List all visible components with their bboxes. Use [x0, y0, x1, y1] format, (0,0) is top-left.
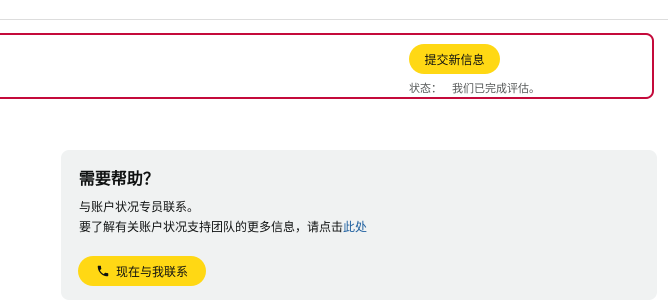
help-info-prefix: 要了解有关账户状况支持团队的更多信息，请点击	[79, 220, 344, 234]
status-value: 我们已完成评估。	[452, 82, 540, 95]
top-divider	[0, 19, 668, 20]
help-panel: 需要帮助？ 与账户状况专员联系。 要了解有关账户状况支持团队的更多信息，请点击此…	[61, 150, 657, 300]
contact-me-now-button[interactable]: 现在与我联系	[78, 256, 206, 286]
account-status-card	[0, 33, 654, 99]
help-info-text: 要了解有关账户状况支持团队的更多信息，请点击此处	[79, 218, 367, 235]
status-line: 状态： 我们已完成评估。	[409, 80, 540, 96]
help-title: 需要帮助？	[79, 169, 160, 188]
phone-icon	[96, 264, 110, 278]
help-contact-text: 与账户状况专员联系。	[79, 200, 200, 214]
submit-new-info-button[interactable]: 提交新信息	[409, 44, 500, 74]
status-label: 状态：	[409, 82, 442, 95]
contact-me-now-label: 现在与我联系	[115, 264, 188, 279]
help-here-link[interactable]: 此处	[343, 220, 367, 234]
